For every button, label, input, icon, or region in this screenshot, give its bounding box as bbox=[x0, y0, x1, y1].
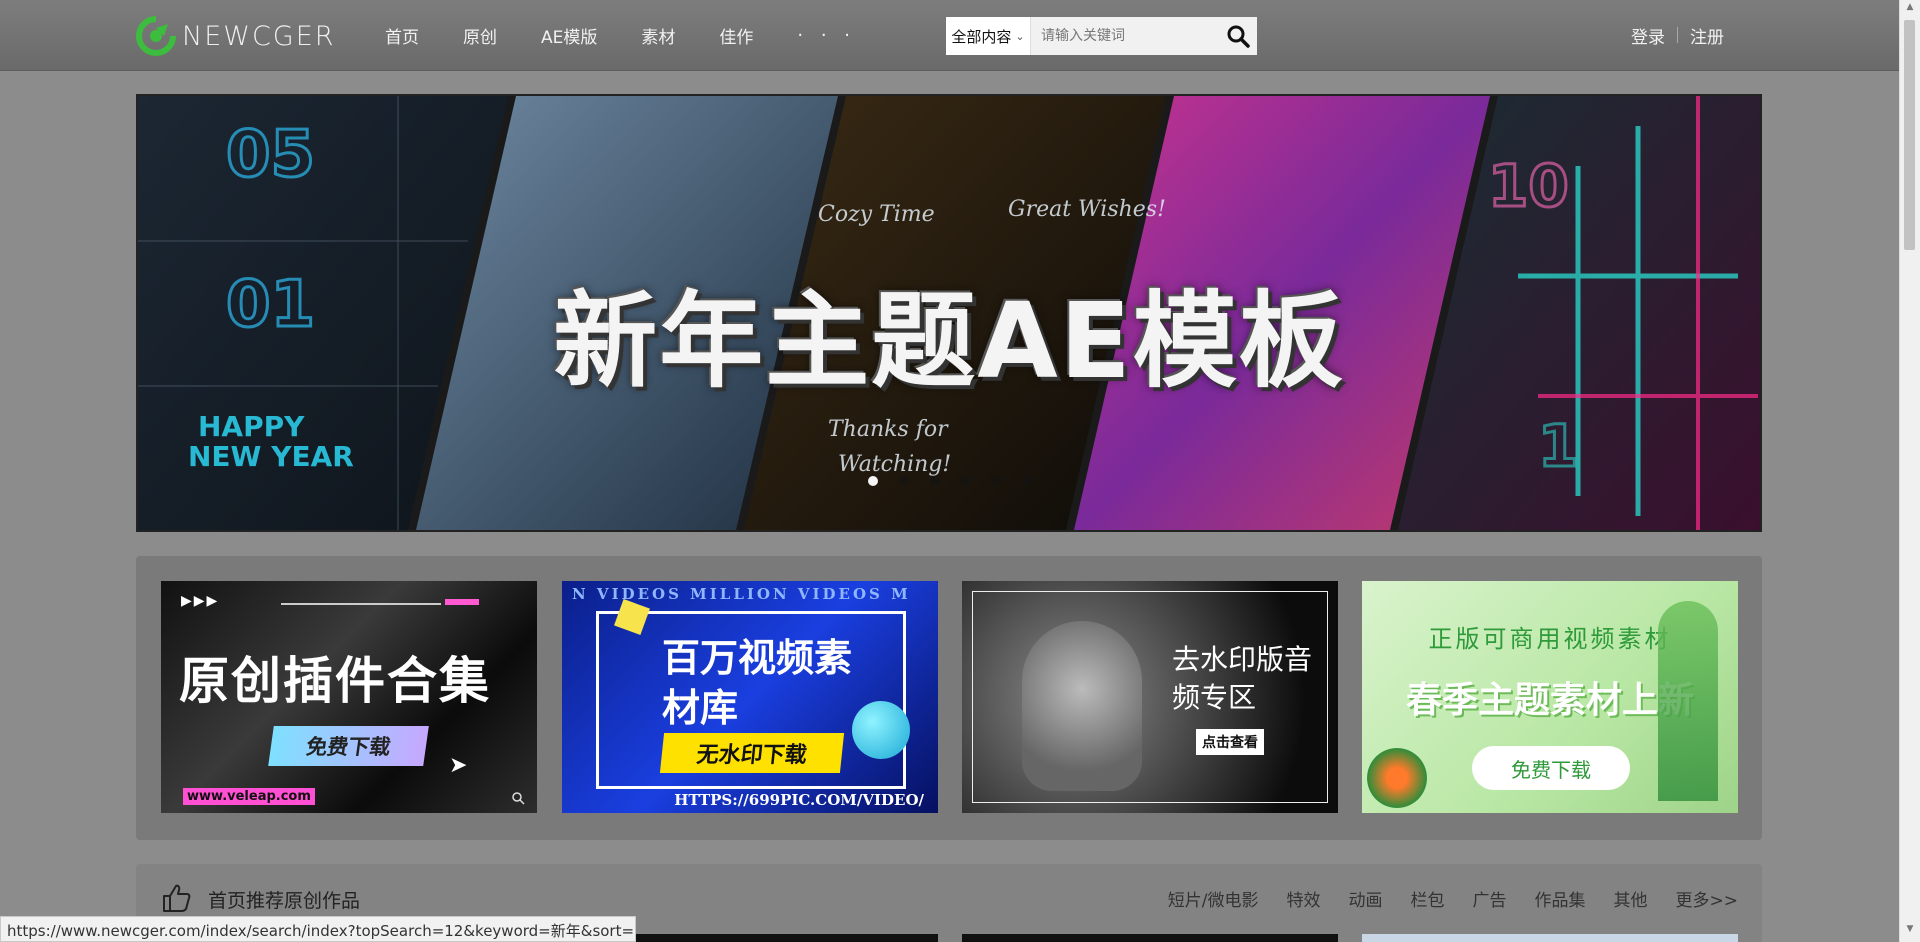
cursor-icon: ➤ bbox=[449, 753, 468, 778]
search-category-label: 全部内容 bbox=[951, 27, 1012, 46]
category-short-film[interactable]: 短片/微电影 bbox=[1168, 886, 1259, 911]
play-arrows-icon: ▶▶▶ bbox=[181, 593, 220, 609]
ad-download-button[interactable]: 免费下载 bbox=[1472, 746, 1630, 790]
search-input[interactable] bbox=[1031, 18, 1231, 54]
category-packaging[interactable]: 栏包 bbox=[1411, 886, 1445, 911]
recommend-title: 首页推荐原创作品 bbox=[208, 890, 361, 912]
ad-audio-zone[interactable]: 去水印版音频专区 点击查看 bbox=[962, 581, 1338, 813]
banner-dot[interactable] bbox=[899, 476, 909, 486]
register-link[interactable]: 注册 bbox=[1690, 23, 1724, 48]
chevron-down-icon: ⌄ bbox=[1015, 29, 1025, 43]
svg-text:10: 10 bbox=[1488, 152, 1569, 220]
svg-text:Thanks for: Thanks for bbox=[828, 417, 949, 442]
auth-divider bbox=[1677, 27, 1678, 43]
scroll-down-icon[interactable]: ▼ bbox=[1900, 924, 1920, 940]
ad-view-button[interactable]: 点击查看 bbox=[1196, 729, 1264, 755]
planet-icon bbox=[852, 701, 910, 759]
work-card[interactable] bbox=[962, 934, 1338, 942]
flower-decor bbox=[1362, 743, 1432, 813]
logo-text: NEWCGER bbox=[182, 20, 336, 52]
svg-text:1: 1 bbox=[1538, 412, 1578, 480]
banner-dot[interactable] bbox=[1023, 476, 1033, 486]
search-category-select[interactable]: 全部内容 ⌄ bbox=[946, 17, 1031, 55]
site-logo[interactable]: NEWCGER bbox=[136, 16, 336, 56]
category-more[interactable]: 更多>> bbox=[1676, 886, 1739, 911]
search-icon[interactable] bbox=[1225, 23, 1251, 49]
svg-text:Great Wishes!: Great Wishes! bbox=[1008, 197, 1166, 222]
ad-spring-materials[interactable]: 正版可商用视频素材 春季主题素材上新 免费下载 bbox=[1362, 581, 1738, 813]
banner-dot[interactable] bbox=[992, 476, 1002, 486]
hero-banner[interactable]: 05 01 10 1 Cozy Time Great Wishes! Thank… bbox=[136, 94, 1762, 532]
scroll-thumb[interactable] bbox=[1904, 20, 1915, 250]
svg-text:Watching!: Watching! bbox=[838, 452, 951, 477]
recommend-categories: 短片/微电影 特效 动画 栏包 广告 作品集 其他 更多>> bbox=[1140, 886, 1738, 911]
nav-home[interactable]: 首页 bbox=[385, 23, 419, 48]
thumbs-up-icon bbox=[163, 884, 191, 912]
page-scrollbar[interactable]: ▲ ▼ bbox=[1899, 0, 1920, 942]
nav-masterpieces[interactable]: 佳作 bbox=[719, 23, 753, 48]
logo-icon bbox=[136, 16, 176, 56]
nav-more[interactable]: · · · bbox=[797, 25, 856, 46]
banner-title: 新年主题AE模板 bbox=[553, 280, 1345, 402]
ad-url: HTTPS://699PIC.COM/VIDEO/ bbox=[674, 791, 924, 809]
banner-dot[interactable] bbox=[930, 476, 940, 486]
category-vfx[interactable]: 特效 bbox=[1287, 886, 1321, 911]
ad-title: 去水印版音频专区 bbox=[1172, 643, 1313, 714]
browser-status-bar: https://www.newcger.com/index/search/ind… bbox=[0, 916, 636, 942]
ad-url: www.veleap.com bbox=[183, 788, 315, 805]
auth-links: 登录 注册 bbox=[1631, 0, 1724, 70]
banner-pagination bbox=[868, 476, 1054, 486]
nav-original[interactable]: 原创 bbox=[463, 23, 497, 48]
svg-text:05: 05 bbox=[226, 118, 315, 192]
top-header: NEWCGER 首页 原创 AE模版 素材 佳作 · · · 全部内容 ⌄ 登录… bbox=[0, 0, 1900, 71]
banner-dot[interactable] bbox=[961, 476, 971, 486]
plant-decor bbox=[1658, 601, 1718, 801]
ad-million-videos[interactable]: N VIDEOS MILLION VIDEOS M 百万视频素材库 无水印下载 … bbox=[562, 581, 938, 813]
ad-download-button[interactable]: 无水印下载 bbox=[659, 733, 845, 773]
category-other[interactable]: 其他 bbox=[1614, 886, 1648, 911]
search-box: 全部内容 ⌄ bbox=[946, 17, 1257, 55]
search-icon bbox=[512, 792, 525, 805]
decor-bar bbox=[445, 599, 479, 605]
nav-ae-templates[interactable]: AE模版 bbox=[541, 23, 597, 48]
banner-dot[interactable] bbox=[868, 476, 878, 486]
login-link[interactable]: 登录 bbox=[1631, 23, 1665, 48]
nav-materials[interactable]: 素材 bbox=[641, 23, 675, 48]
ad-plugin-collection[interactable]: ▶▶▶ 原创插件合集 免费下载 ➤ www.veleap.com bbox=[161, 581, 537, 813]
category-portfolio[interactable]: 作品集 bbox=[1535, 886, 1586, 911]
scroll-up-icon[interactable]: ▲ bbox=[1900, 2, 1920, 18]
ad-title: 原创插件合集 bbox=[179, 652, 491, 710]
ad-title: 百万视频素材库 bbox=[662, 636, 853, 730]
main-nav: 首页 原创 AE模版 素材 佳作 · · · bbox=[385, 0, 900, 70]
ad-download-button[interactable]: 免费下载 bbox=[268, 726, 429, 766]
decor-line bbox=[281, 603, 441, 605]
svg-text:HAPPY: HAPPY bbox=[198, 410, 305, 443]
svg-text:Cozy Time: Cozy Time bbox=[818, 202, 935, 227]
ad-strip: ▶▶▶ 原创插件合集 免费下载 ➤ www.veleap.com N VIDEO… bbox=[136, 556, 1762, 840]
face-silhouette bbox=[1022, 621, 1142, 791]
category-ads[interactable]: 广告 bbox=[1473, 886, 1507, 911]
work-card[interactable] bbox=[1362, 934, 1738, 942]
category-animation[interactable]: 动画 bbox=[1349, 886, 1383, 911]
svg-text:NEW YEAR: NEW YEAR bbox=[188, 440, 354, 473]
